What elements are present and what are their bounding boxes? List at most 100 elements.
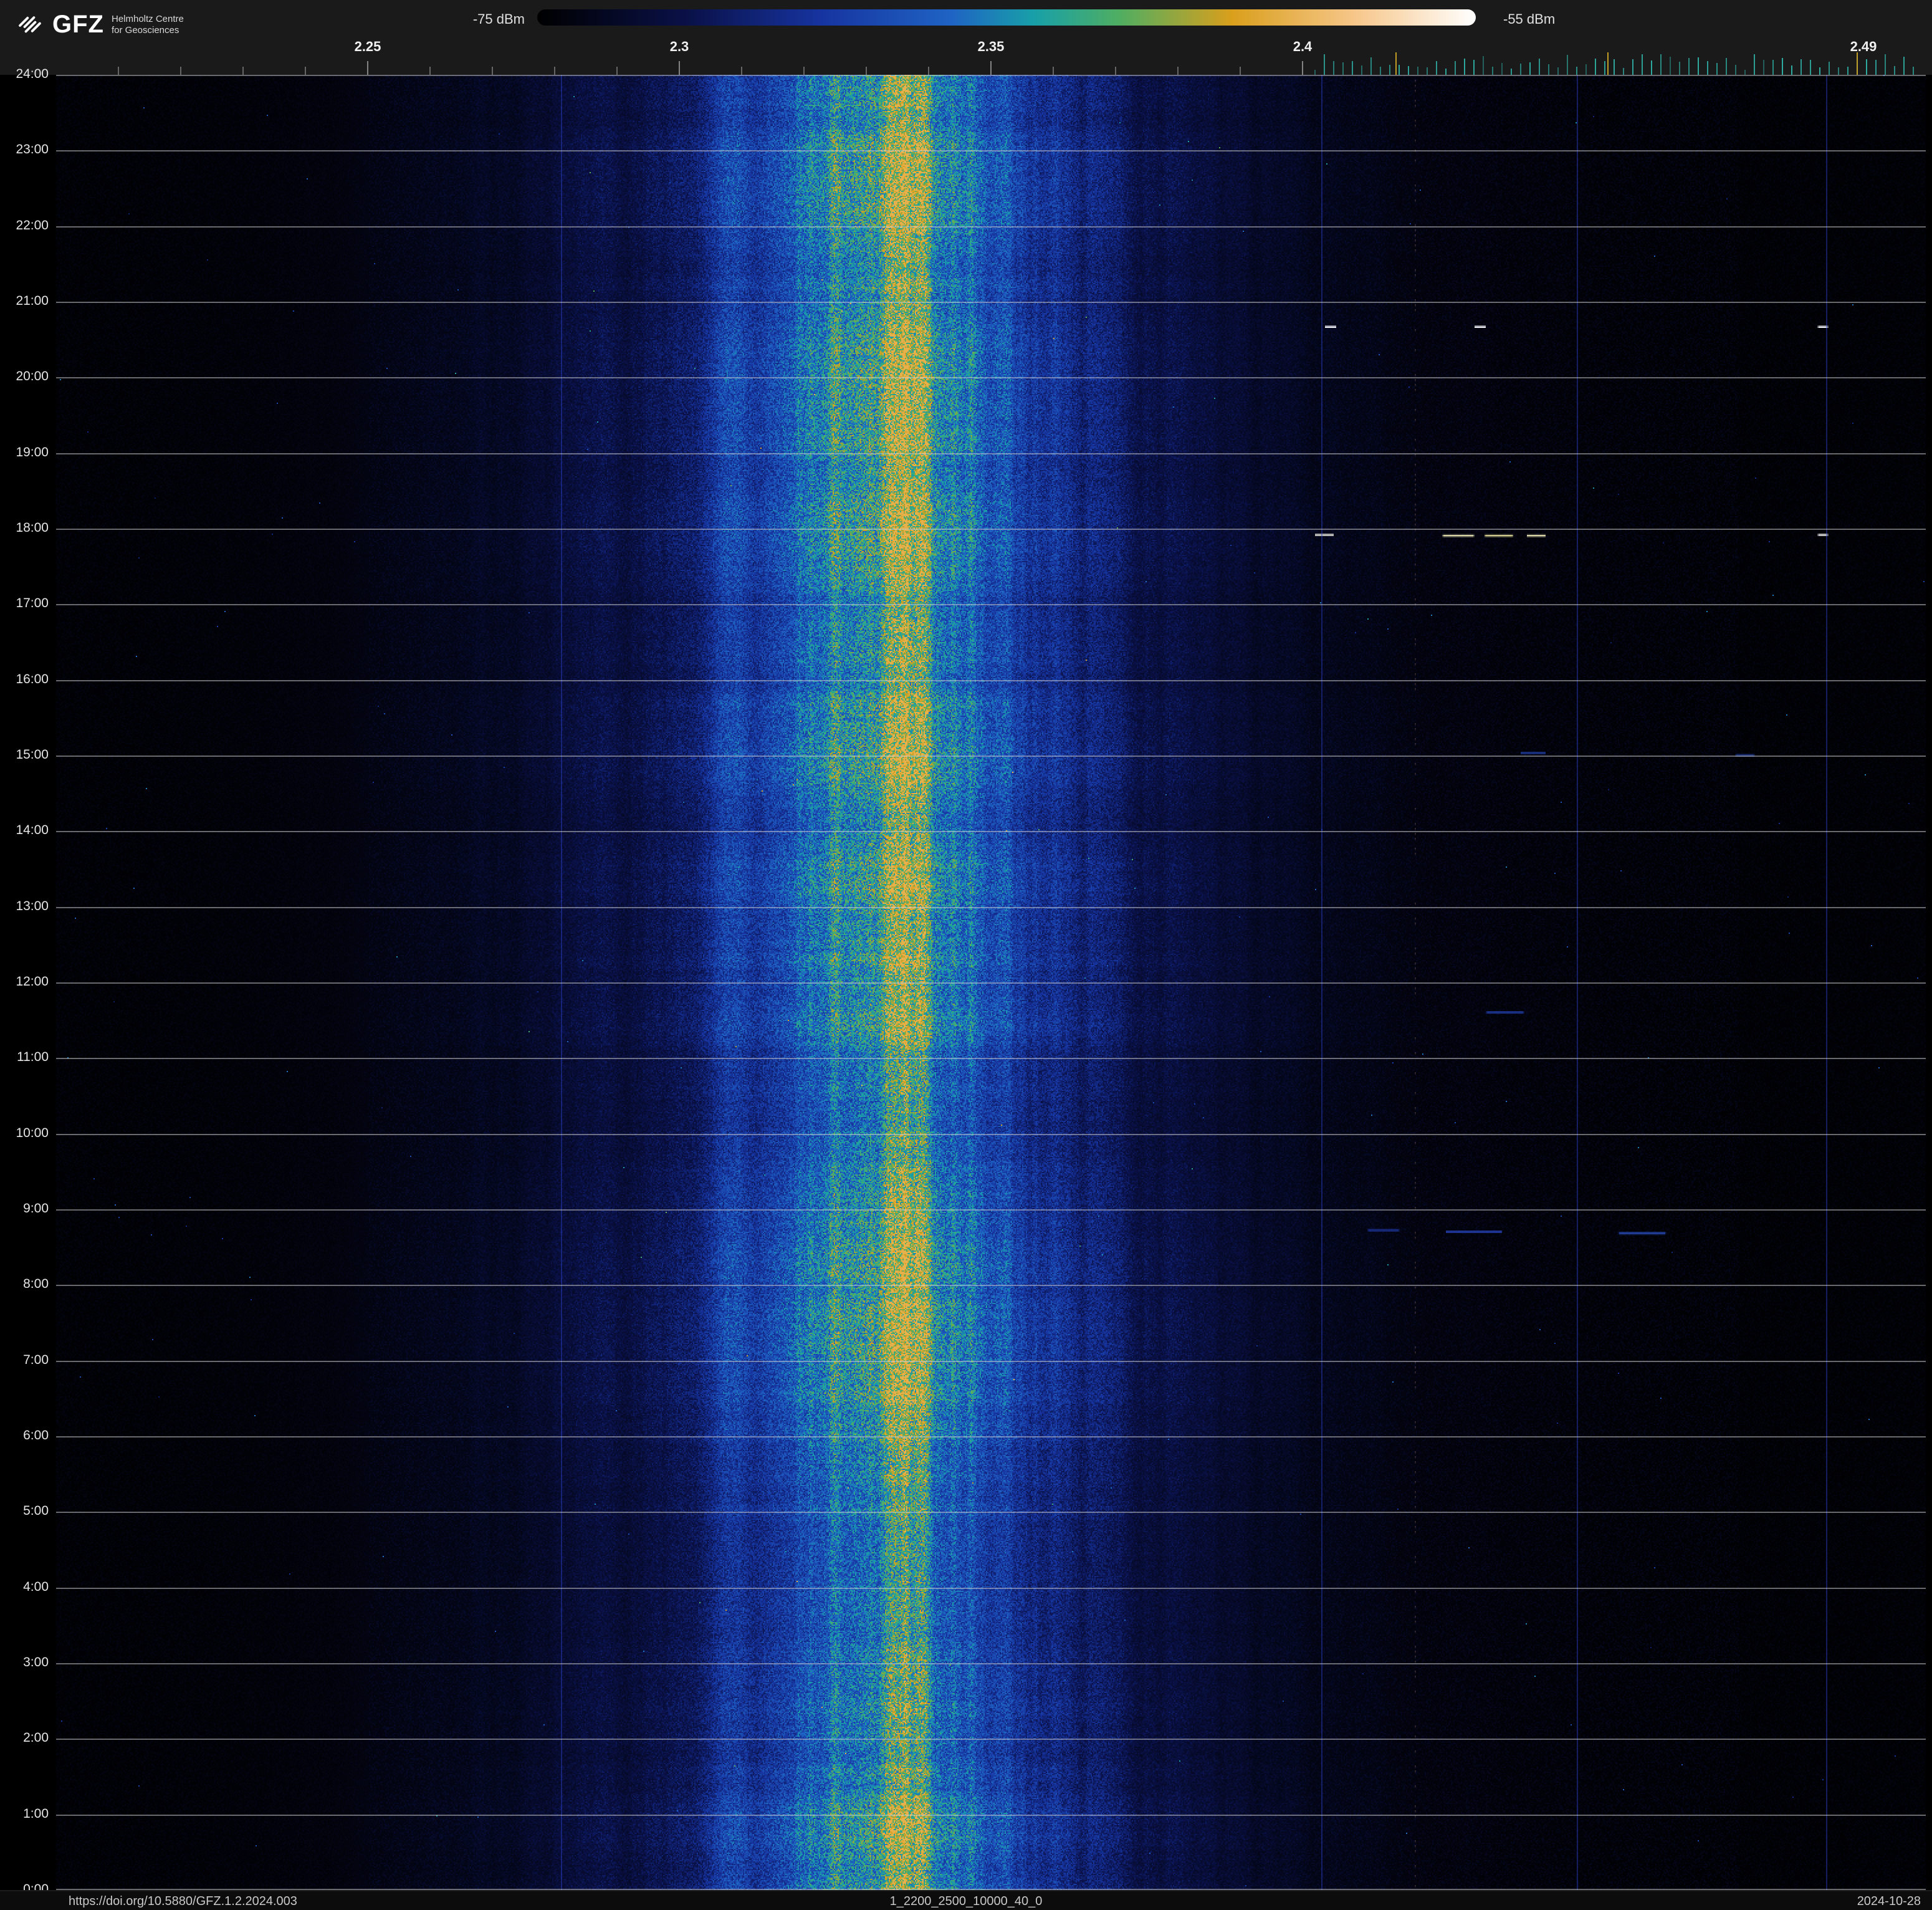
hour-gridline (56, 75, 1926, 76)
frequency-minor-tick (367, 61, 368, 75)
hour-gridline (56, 1436, 1926, 1437)
activity-tick (1399, 65, 1400, 75)
hour-gridline (56, 1058, 1926, 1060)
hour-gridline (56, 529, 1926, 530)
frequency-minor-tick (866, 67, 867, 75)
activity-tick (1829, 61, 1830, 75)
activity-tick (1688, 58, 1690, 75)
activity-tick (1791, 65, 1792, 75)
activity-tick (1623, 67, 1624, 75)
activity-tick (1772, 59, 1774, 75)
hour-gridline (56, 1133, 1926, 1135)
time-tick-label: 14:00 (16, 823, 49, 838)
frequency-minor-tick (679, 61, 680, 75)
hour-gridline (56, 604, 1926, 606)
frequency-minor-tick (242, 67, 244, 75)
activity-tick (1875, 60, 1877, 75)
gfz-logo-icon (19, 16, 41, 33)
colorbar-max-label: -55 dBm (1503, 11, 1556, 27)
activity-tick (1380, 66, 1381, 75)
hour-gridline (56, 1512, 1926, 1514)
time-axis-labels: 24:00 23:00 22:00 21:00 20:00 19:00 18:00 17:00… (0, 67, 51, 1896)
frequency-minor-tick (180, 67, 181, 75)
activity-tick (1819, 67, 1820, 75)
colorbar-min-label: -75 dBm (472, 11, 525, 27)
time-tick-label: 20:00 (16, 369, 49, 384)
time-tick-label: 7:00 (23, 1352, 49, 1367)
activity-tick (1473, 59, 1475, 75)
time-tick-label: 23:00 (16, 142, 49, 157)
spectrogram-plot (56, 75, 1926, 1890)
header: GFZ Helmholtz Centre for Geosciences -75… (0, 0, 1932, 75)
activity-tick (1389, 65, 1390, 75)
activity-tick (1632, 59, 1633, 75)
hour-gridline (56, 982, 1926, 984)
activity-tick (1679, 61, 1680, 75)
time-tick-label: 4:00 (23, 1579, 49, 1594)
frequency-minor-tick (429, 67, 431, 75)
activity-tick (1866, 59, 1867, 75)
frequency-minor-tick (616, 67, 618, 75)
activity-tick (1511, 68, 1512, 75)
activity-gold-tick (1857, 52, 1858, 75)
time-tick-label: 9:00 (23, 1201, 49, 1216)
hour-gridline (56, 1360, 1926, 1362)
hour-gridline (56, 1739, 1926, 1740)
activity-tick (1539, 58, 1540, 75)
activity-tick (1698, 57, 1699, 75)
hour-gridline (56, 1285, 1926, 1287)
hour-gridline (56, 831, 1926, 833)
activity-tick (1642, 54, 1643, 75)
frequency-minor-tick (1115, 67, 1116, 75)
time-tick-label: 1:00 (23, 1806, 49, 1821)
activity-tick (1838, 67, 1839, 75)
activity-tick (1436, 60, 1437, 75)
frequency-minor-tick (554, 67, 555, 75)
activity-tick (1314, 69, 1316, 75)
activity-tick (1595, 59, 1596, 75)
time-tick-label: 8:00 (23, 1277, 49, 1292)
activity-tick (1483, 56, 1484, 75)
hour-gridline (56, 1209, 1926, 1211)
activity-tick (1735, 64, 1736, 75)
time-tick-label: 10:00 (16, 1125, 49, 1140)
activity-tick (1370, 57, 1372, 75)
activity-tick (1557, 67, 1559, 75)
activity-tick (1670, 56, 1671, 75)
time-tick-label: 13:00 (16, 898, 49, 913)
frequency-minor-tick (1240, 67, 1241, 75)
time-tick-label: 18:00 (16, 520, 49, 535)
hour-gridline (56, 150, 1926, 152)
activity-tick (1417, 67, 1418, 75)
gfz-logo-subtitle: Helmholtz Centre for Geosciences (112, 12, 184, 36)
frequency-tick-row (0, 46, 1932, 75)
frequency-minor-tick (1177, 67, 1179, 75)
time-tick-label: 6:00 (23, 1428, 49, 1442)
activity-tick (1324, 54, 1325, 75)
activity-tick (1894, 66, 1895, 75)
hour-gridline (56, 453, 1926, 454)
activity-tick (1744, 69, 1746, 75)
time-tick-label: 15:00 (16, 747, 49, 762)
frequency-minor-tick (1302, 61, 1303, 75)
hour-gridline (56, 1814, 1926, 1816)
time-tick-label: 16:00 (16, 671, 49, 686)
activity-tick (1810, 59, 1811, 75)
hour-gridline (56, 1663, 1926, 1664)
gfz-logo-subtitle-line2: for Geosciences (111, 25, 179, 36)
hour-gridline (56, 226, 1926, 228)
time-tick-label: 3:00 (23, 1654, 49, 1669)
activity-tick (1913, 67, 1914, 75)
frequency-minor-tick (1053, 67, 1054, 75)
activity-tick (1585, 64, 1587, 75)
time-tick-label: 12:00 (16, 974, 49, 989)
activity-gold-tick (1607, 52, 1609, 75)
activity-tick (1716, 62, 1718, 75)
footer-bar: https://doi.org/10.5880/GFZ.1.2.2024.003… (0, 1890, 1932, 1910)
activity-tick (1660, 54, 1662, 75)
doi-link[interactable]: https://doi.org/10.5880/GFZ.1.2.2024.003 (69, 1894, 297, 1909)
time-tick-label: 19:00 (16, 444, 49, 459)
activity-tick (1501, 62, 1503, 75)
frequency-minor-tick (305, 67, 306, 75)
activity-tick (1408, 65, 1409, 75)
